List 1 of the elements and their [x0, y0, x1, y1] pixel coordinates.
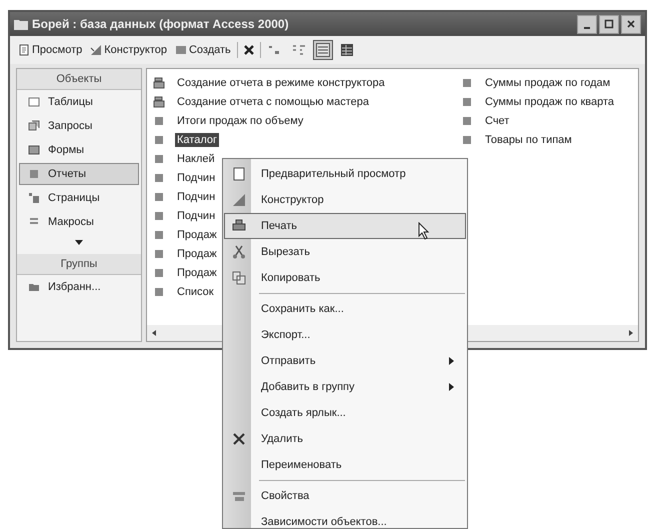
window-title: Борей : база данных (формат Access 2000)	[32, 17, 290, 31]
